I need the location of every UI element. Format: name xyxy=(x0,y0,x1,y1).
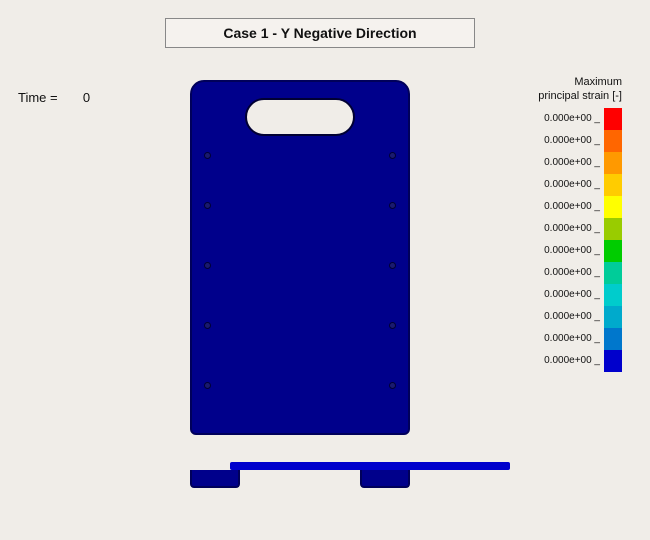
screw xyxy=(389,202,396,209)
legend-bar: 0.000e+00 _ 0.000e+00 _ 0.000e+00 _ 0.000e+… xyxy=(512,108,622,372)
legend-color-swatch xyxy=(604,174,622,196)
legend-row: 0.000e+00 _ xyxy=(512,174,622,196)
base-foot-right xyxy=(360,470,410,488)
base-foot-left xyxy=(190,470,240,488)
legend-row: 0.000e+00 _ xyxy=(512,240,622,262)
legend-label: 0.000e+00 _ xyxy=(535,157,600,168)
legend-label: 0.000e+00 _ xyxy=(535,179,600,190)
color-legend: Maximum principal strain [-] 0.000e+00 _… xyxy=(512,75,622,372)
legend-label: 0.000e+00 _ xyxy=(535,311,600,322)
fem-model xyxy=(170,80,430,470)
screw xyxy=(389,152,396,159)
legend-label: 0.000e+00 _ xyxy=(535,289,600,300)
screw xyxy=(204,382,211,389)
legend-color-swatch xyxy=(604,130,622,152)
legend-row: 0.000e+00 _ xyxy=(512,262,622,284)
legend-color-swatch xyxy=(604,196,622,218)
legend-label: 0.000e+00 _ xyxy=(535,135,600,146)
legend-row: 0.000e+00 _ xyxy=(512,350,622,372)
screw xyxy=(204,202,211,209)
legend-row: 0.000e+00 _ xyxy=(512,306,622,328)
legend-color-swatch xyxy=(604,284,622,306)
legend-label: 0.000e+00 _ xyxy=(535,355,600,366)
screw xyxy=(204,262,211,269)
legend-color-swatch xyxy=(604,152,622,174)
legend-row: 0.000e+00 _ xyxy=(512,284,622,306)
legend-title: Maximum principal strain [-] xyxy=(512,75,622,104)
legend-row: 0.000e+00 _ xyxy=(512,108,622,130)
screw xyxy=(204,152,211,159)
legend-label: 0.000e+00 _ xyxy=(535,223,600,234)
time-value: 0 xyxy=(83,90,90,105)
ground-line xyxy=(230,462,510,470)
legend-color-swatch xyxy=(604,108,622,130)
legend-label: 0.000e+00 _ xyxy=(535,245,600,256)
legend-color-swatch xyxy=(604,262,622,284)
legend-label: 0.000e+00 _ xyxy=(535,113,600,124)
time-display: Time = 0 xyxy=(18,90,90,105)
screw xyxy=(389,322,396,329)
legend-color-swatch xyxy=(604,218,622,240)
time-label-text: Time = xyxy=(18,90,58,105)
legend-label: 0.000e+00 _ xyxy=(535,333,600,344)
handle-cutout xyxy=(245,98,355,136)
legend-row: 0.000e+00 _ xyxy=(512,218,622,240)
legend-label: 0.000e+00 _ xyxy=(535,201,600,212)
case-title: Case 1 - Y Negative Direction xyxy=(165,18,475,48)
legend-color-swatch xyxy=(604,328,622,350)
legend-color-swatch xyxy=(604,240,622,262)
legend-row: 0.000e+00 _ xyxy=(512,152,622,174)
device-body xyxy=(190,80,410,435)
legend-label: 0.000e+00 _ xyxy=(535,267,600,278)
legend-row: 0.000e+00 _ xyxy=(512,196,622,218)
legend-color-swatch xyxy=(604,306,622,328)
screw xyxy=(389,262,396,269)
legend-row: 0.000e+00 _ xyxy=(512,130,622,152)
legend-row: 0.000e+00 _ xyxy=(512,328,622,350)
screw xyxy=(389,382,396,389)
screw xyxy=(204,322,211,329)
legend-color-swatch xyxy=(604,350,622,372)
